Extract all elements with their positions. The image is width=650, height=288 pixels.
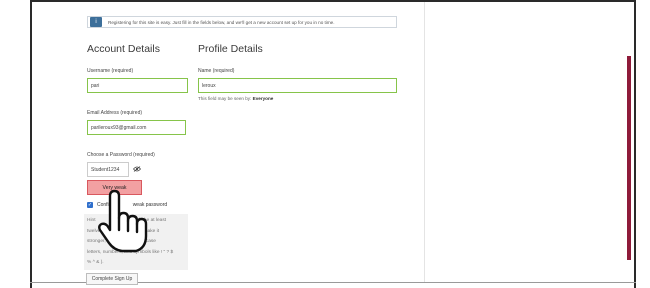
email-input[interactable]: parileroux93@gmail.com	[87, 120, 186, 135]
email-label: Email Address (required)	[87, 110, 143, 116]
username-label: Username (required)	[87, 68, 134, 74]
confirm-weak-password-checkbox[interactable]: ✓	[87, 202, 93, 208]
visibility-prefix: This field may be seen by:	[198, 96, 252, 101]
username-input[interactable]: pari	[87, 78, 188, 93]
account-details-title: Account Details	[87, 43, 160, 55]
eye-slash-icon[interactable]	[130, 162, 143, 176]
name-label: Name (required)	[198, 68, 235, 74]
notice-text: Registering for this site is easy. Just …	[108, 19, 335, 25]
hint-text: % ^ & ).	[87, 260, 104, 265]
name-input[interactable]: leroux	[198, 78, 397, 93]
visibility-setting-link[interactable]: Everyone	[253, 96, 274, 101]
complete-signup-button[interactable]: Complete Sign Up	[86, 273, 138, 285]
password-input[interactable]: Student1234	[87, 162, 129, 177]
hand-pointer-icon	[98, 189, 148, 253]
profile-details-title: Profile Details	[198, 43, 263, 55]
password-label: Choose a Password (required)	[87, 152, 155, 158]
visibility-hint: This field may be seen by: Everyone	[198, 96, 273, 101]
hint-text: Hint	[87, 218, 96, 223]
column-divider	[424, 2, 425, 282]
side-accent-bar	[627, 56, 631, 260]
registration-notice: i Registering for this site is easy. Jus…	[87, 16, 397, 28]
info-icon: i	[90, 17, 102, 27]
